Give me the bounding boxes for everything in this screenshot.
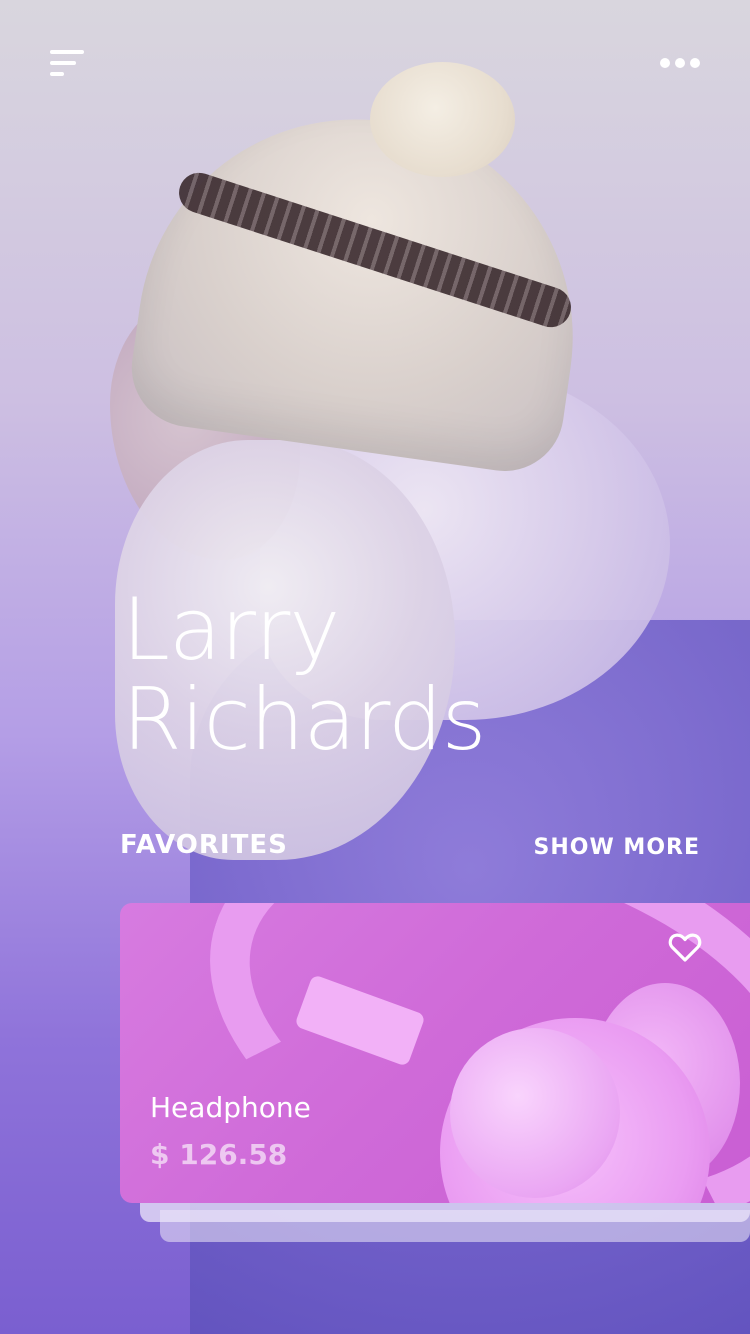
- favorite-product-card[interactable]: Headphone $ 126.58: [120, 903, 750, 1203]
- heart-outline-icon[interactable]: [668, 931, 702, 963]
- product-name: Headphone: [150, 1091, 311, 1124]
- profile-first-name: Larry: [122, 580, 340, 680]
- top-bar: [0, 0, 750, 120]
- menu-lines-icon[interactable]: [50, 50, 84, 80]
- headphone-earcup-center: [450, 1028, 620, 1198]
- favorites-header: FAVORITES SHOW MORE: [120, 830, 700, 864]
- more-dots-icon[interactable]: [660, 58, 700, 74]
- product-price: $ 126.58: [150, 1138, 288, 1171]
- profile-last-name: Richards: [122, 670, 486, 770]
- show-more-link[interactable]: SHOW MORE: [534, 835, 700, 860]
- profile-name: Larry Richards: [122, 585, 642, 765]
- favorites-title: FAVORITES: [120, 830, 288, 860]
